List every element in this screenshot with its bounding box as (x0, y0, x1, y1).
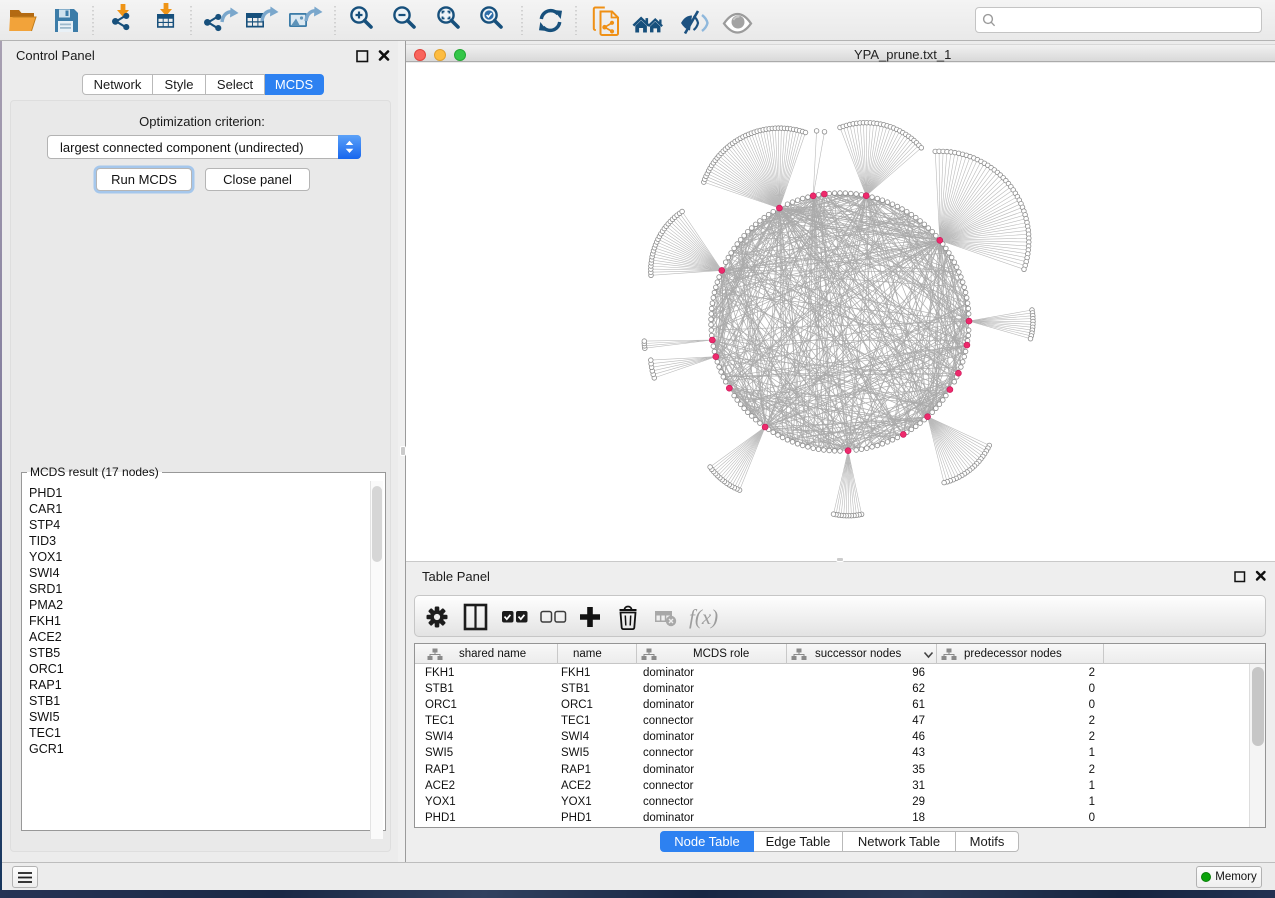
svg-text:f(x): f(x) (689, 605, 718, 629)
